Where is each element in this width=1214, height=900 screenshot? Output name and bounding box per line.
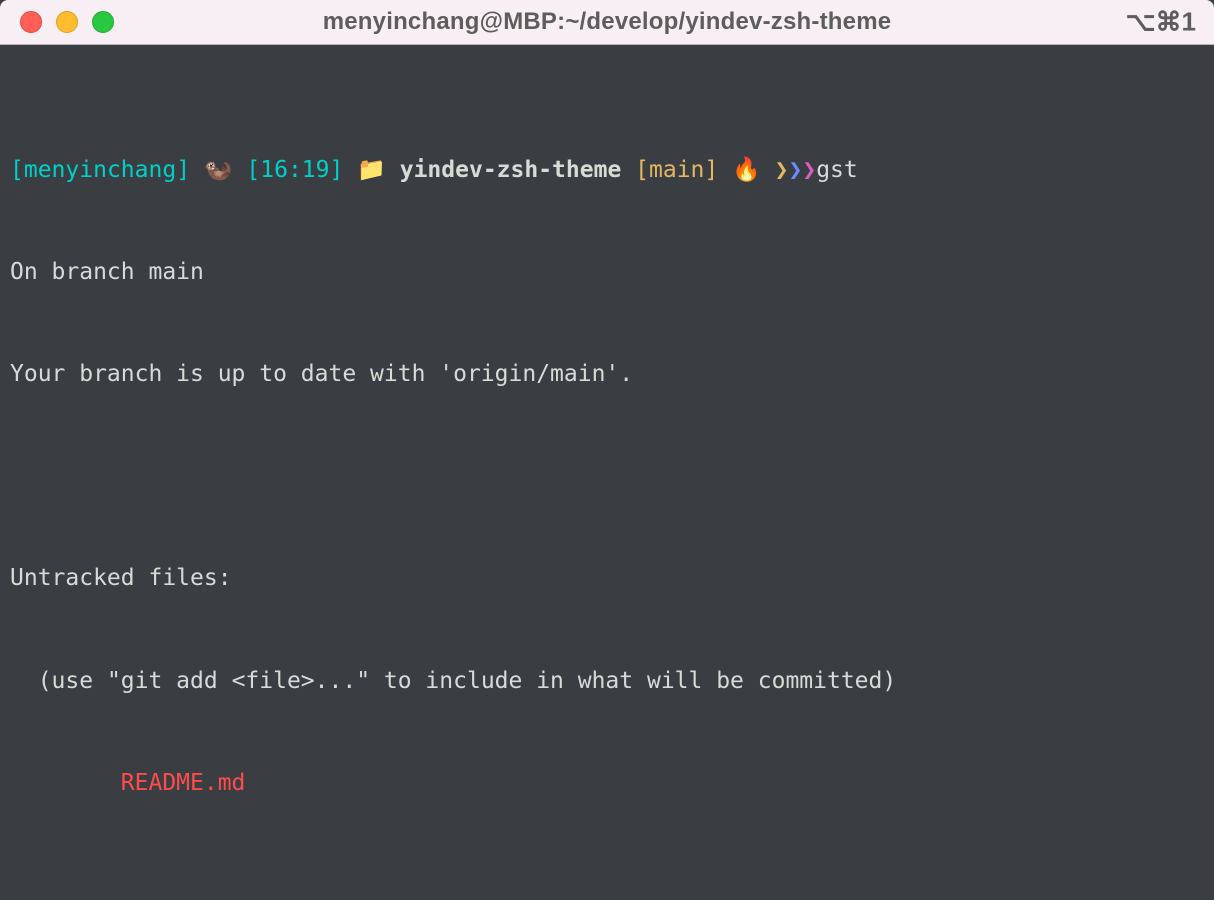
window-controls <box>20 11 114 33</box>
output-text: Untracked files: <box>10 561 1204 595</box>
prompt-chevrons: ❯❯❯ <box>775 157 817 183</box>
prompt-branch: [main] <box>635 157 718 183</box>
terminal-body[interactable]: [menyinchang] 🦦 [16:19] 📁 yindev-zsh-the… <box>0 45 1214 900</box>
prompt-time: [16:19] <box>246 157 343 183</box>
fire-icon: 🔥 <box>732 157 761 183</box>
zoom-icon[interactable] <box>92 11 114 33</box>
titlebar: menyinchang@MBP:~/develop/yindev-zsh-the… <box>0 0 1214 45</box>
output-text: Your branch is up to date with 'origin/m… <box>10 357 1204 391</box>
blank-line <box>10 459 1204 493</box>
output-text: (use "git add <file>..." to include in w… <box>10 664 1204 698</box>
prompt-line: [menyinchang] 🦦 [16:19] 📁 yindev-zsh-the… <box>10 153 1204 187</box>
blank-line <box>10 868 1204 900</box>
output-text: On branch main <box>10 255 1204 289</box>
tab-shortcut: ⌥⌘1 <box>1126 7 1196 38</box>
folder-icon: 📁 <box>357 157 386 183</box>
prompt-dir: yindev-zsh-theme <box>400 157 622 183</box>
minimize-icon[interactable] <box>56 11 78 33</box>
terminal-window: menyinchang@MBP:~/develop/yindev-zsh-the… <box>0 0 1214 900</box>
prompt-user: [menyinchang] <box>10 157 190 183</box>
untracked-file: README.md <box>10 766 1204 800</box>
close-icon[interactable] <box>20 11 42 33</box>
window-title: menyinchang@MBP:~/develop/yindev-zsh-the… <box>0 8 1214 36</box>
otter-icon: 🦦 <box>204 157 233 183</box>
command-text: gst <box>816 157 858 183</box>
